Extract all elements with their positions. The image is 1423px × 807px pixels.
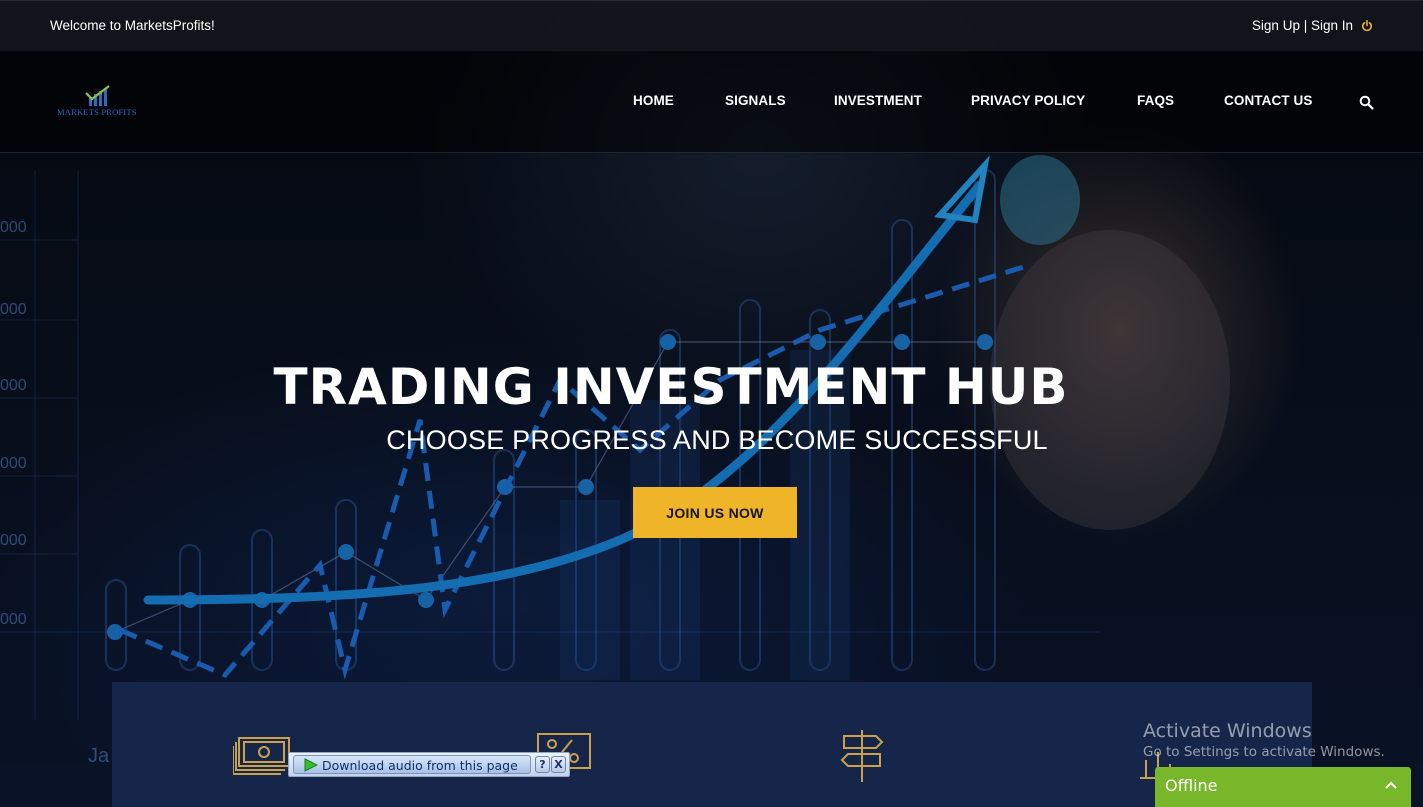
nav-home[interactable]: HOME: [633, 93, 674, 108]
signpost-icon: [840, 730, 884, 782]
watermark-title: Activate Windows: [1143, 720, 1312, 742]
chat-status-label: Offline: [1165, 776, 1218, 795]
windows-activation-watermark: Activate Windows Go to Settings to activ…: [1143, 720, 1385, 760]
hero-subtitle: CHOOSE PROGRESS AND BECOME SUCCESSFUL: [386, 425, 1048, 455]
chat-offline-tab[interactable]: Offline: [1155, 767, 1411, 807]
auth-links: Sign Up | Sign In: [1252, 18, 1373, 33]
help-button[interactable]: ?: [535, 756, 550, 773]
money-icon: [233, 737, 290, 775]
join-us-now-button[interactable]: JOIN US NOW: [633, 487, 797, 538]
top-bar: Welcome to MarketsProfits! Sign Up | Sig…: [0, 0, 1423, 52]
hero-title: TRADING INVESTMENT HUB: [273, 358, 1069, 416]
nav-contact-us[interactable]: CONTACT US: [1224, 93, 1313, 108]
download-audio-toolbar: Download audio from this page ? X: [288, 752, 570, 777]
sign-up-sign-in-link[interactable]: Sign Up | Sign In: [1252, 18, 1353, 33]
nav-menu: HOME SIGNALS INVESTMENT PRIVACY POLICY F…: [0, 93, 1423, 113]
search-icon[interactable]: [1359, 95, 1374, 110]
welcome-text: Welcome to MarketsProfits!: [50, 18, 215, 33]
nav-faqs[interactable]: FAQS: [1137, 93, 1174, 108]
nav-investment[interactable]: INVESTMENT: [834, 93, 922, 108]
chevron-up-icon: [1385, 781, 1397, 789]
download-audio-label: Download audio from this page: [322, 758, 518, 773]
watermark-subtitle: Go to Settings to activate Windows.: [1143, 744, 1385, 760]
nav-privacy-policy[interactable]: PRIVACY POLICY: [971, 93, 1085, 108]
features-band: [112, 682, 1312, 807]
download-audio-button[interactable]: Download audio from this page: [293, 755, 531, 774]
main-navbar: MARKETS PROFITS HOME SIGNALS INVESTMENT …: [0, 51, 1423, 153]
play-icon: [304, 758, 318, 772]
power-icon[interactable]: [1361, 19, 1373, 32]
nav-signals[interactable]: SIGNALS: [725, 93, 786, 108]
close-button[interactable]: X: [551, 756, 566, 773]
